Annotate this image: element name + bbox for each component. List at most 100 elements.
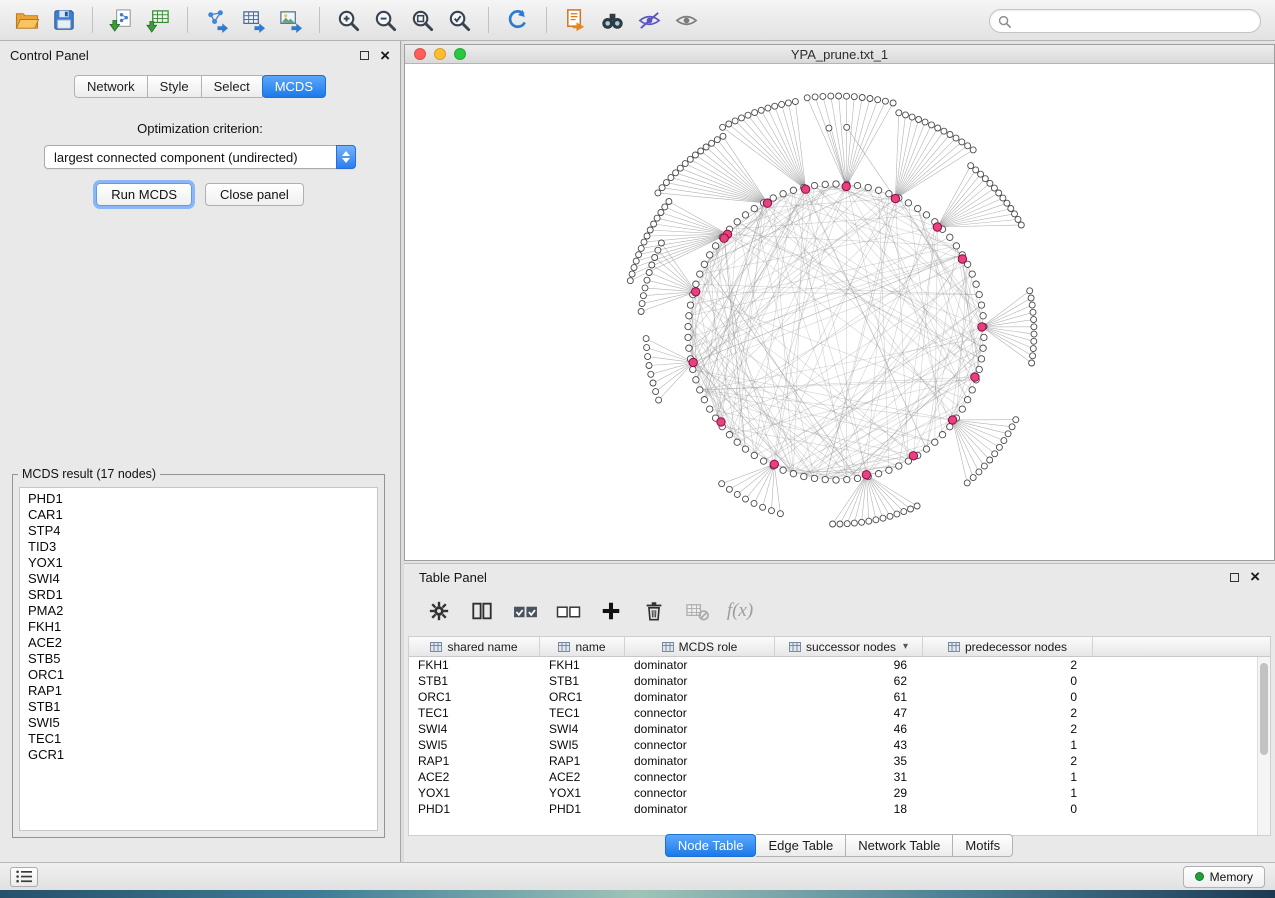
tab-select[interactable]: Select	[202, 75, 263, 98]
memory-button[interactable]: Memory	[1183, 866, 1265, 888]
search-network-icon[interactable]	[594, 4, 631, 36]
refresh-icon[interactable]	[499, 4, 536, 36]
run-mcds-button[interactable]: Run MCDS	[96, 183, 192, 206]
main-toolbar-icons	[8, 4, 705, 36]
table-row[interactable]: SWI4SWI4dominator462	[409, 721, 1257, 737]
fx-label: f(x)	[727, 600, 753, 622]
table-cell: 1	[923, 738, 1093, 752]
tab-motifs[interactable]: Motifs	[953, 834, 1013, 857]
column-header-predecessor-nodes[interactable]: predecessor nodes	[923, 637, 1093, 656]
table-row[interactable]: ACE2ACE2connector311	[409, 769, 1257, 785]
share-style-icon[interactable]	[557, 4, 594, 36]
table-cell: RAP1	[540, 754, 625, 768]
import-table-icon[interactable]	[140, 4, 177, 36]
export-image-icon[interactable]	[272, 4, 309, 36]
tab-style[interactable]: Style	[148, 75, 202, 98]
mcds-result-item[interactable]: PHD1	[20, 491, 377, 507]
mcds-result-item[interactable]: STP4	[20, 523, 377, 539]
table-row[interactable]: TEC1TEC1connector472	[409, 705, 1257, 721]
panel-menu-button[interactable]	[10, 867, 38, 887]
mcds-result-item[interactable]: STB5	[20, 651, 377, 667]
tab-mcds[interactable]: MCDS	[262, 75, 326, 98]
zoom-fit-icon[interactable]	[404, 4, 441, 36]
tab-edge-table[interactable]: Edge Table	[756, 834, 846, 857]
select-all-icon[interactable]	[512, 598, 538, 624]
mcds-result-list[interactable]: PHD1CAR1STP4TID3YOX1SWI4SRD1PMA2FKH1ACE2…	[19, 487, 378, 831]
export-table-icon[interactable]	[235, 4, 272, 36]
delete-table-icon[interactable]	[684, 598, 710, 624]
table-row[interactable]: FKH1FKH1dominator962	[409, 657, 1257, 673]
mcds-result-item[interactable]: GCR1	[20, 747, 377, 763]
split-columns-icon[interactable]	[469, 598, 495, 624]
table-cell: PHD1	[540, 802, 625, 816]
import-network-icon[interactable]	[103, 4, 140, 36]
mcds-result-item[interactable]: TID3	[20, 539, 377, 555]
criterion-value: largest connected component (undirected)	[54, 150, 298, 165]
close-panel-button[interactable]: Close panel	[205, 183, 304, 206]
table-row[interactable]: STB1STB1dominator620	[409, 673, 1257, 689]
unselect-all-icon[interactable]	[555, 598, 581, 624]
network-canvas[interactable]	[405, 65, 1274, 560]
zoom-selected-icon[interactable]	[441, 4, 478, 36]
zoom-in-icon[interactable]	[330, 4, 367, 36]
table-cell: 62	[775, 674, 923, 688]
close-traffic-light[interactable]	[414, 48, 426, 60]
network-graph[interactable]	[405, 65, 1274, 561]
mcds-result-item[interactable]: CAR1	[20, 507, 377, 523]
table-scrollbar[interactable]	[1257, 657, 1270, 835]
table-row[interactable]: ORC1ORC1dominator610	[409, 689, 1257, 705]
minimize-traffic-light[interactable]	[434, 48, 446, 60]
hide-selected-icon[interactable]	[631, 4, 668, 36]
add-column-icon[interactable]	[598, 598, 624, 624]
criterion-dropdown[interactable]: largest connected component (undirected)	[44, 145, 356, 169]
search-input[interactable]	[1016, 14, 1252, 28]
tab-network[interactable]: Network	[74, 75, 148, 98]
save-icon[interactable]	[45, 4, 82, 36]
table-cell: SWI5	[409, 738, 540, 752]
mcds-result-item[interactable]: YOX1	[20, 555, 377, 571]
column-header-name[interactable]: name	[540, 637, 625, 656]
tab-network-table[interactable]: Network Table	[846, 834, 953, 857]
mcds-result-item[interactable]: RAP1	[20, 683, 377, 699]
table-scrollbar-thumb[interactable]	[1260, 663, 1268, 755]
mcds-result-item[interactable]: STB1	[20, 699, 377, 715]
network-window-titlebar[interactable]: YPA_prune.txt_1	[405, 45, 1274, 64]
table-cell: ORC1	[409, 690, 540, 704]
mcds-result-item[interactable]: ACE2	[20, 635, 377, 651]
close-table-panel-icon[interactable]: ×	[1250, 571, 1260, 583]
table-row[interactable]: RAP1RAP1dominator352	[409, 753, 1257, 769]
search-field[interactable]	[989, 9, 1261, 33]
function-builder-icon[interactable]: f(x)	[727, 598, 753, 624]
column-header-shared-name[interactable]: shared name	[409, 637, 540, 656]
mcds-result-item[interactable]: PMA2	[20, 603, 377, 619]
table-toolbar: f(x)	[404, 590, 1275, 632]
mcds-result-item[interactable]: SWI5	[20, 715, 377, 731]
table-row[interactable]: PHD1PHD1dominator180	[409, 801, 1257, 817]
show-all-icon[interactable]	[668, 4, 705, 36]
table-row[interactable]: YOX1YOX1connector291	[409, 785, 1257, 801]
mcds-result-item[interactable]: ORC1	[20, 667, 377, 683]
column-header-mcds-role[interactable]: MCDS role	[625, 637, 775, 656]
settings-icon[interactable]	[426, 598, 452, 624]
zoom-traffic-light[interactable]	[454, 48, 466, 60]
mcds-result-item[interactable]: TEC1	[20, 731, 377, 747]
float-table-panel-icon[interactable]	[1230, 573, 1239, 582]
open-icon[interactable]	[8, 4, 45, 36]
export-network-icon[interactable]	[198, 4, 235, 36]
table-cell: dominator	[625, 754, 775, 768]
close-panel-icon[interactable]: ×	[380, 50, 390, 62]
table-row[interactable]: SWI5SWI5connector431	[409, 737, 1257, 753]
memory-status-icon	[1195, 872, 1204, 881]
table-cell: 2	[923, 754, 1093, 768]
zoom-out-icon[interactable]	[367, 4, 404, 36]
column-header-successor-nodes[interactable]: successor nodes▾	[775, 637, 923, 656]
mcds-result-item[interactable]: SRD1	[20, 587, 377, 603]
table-cell: dominator	[625, 722, 775, 736]
delete-column-icon[interactable]	[641, 598, 667, 624]
mcds-result-item[interactable]: SWI4	[20, 571, 377, 587]
float-panel-icon[interactable]	[360, 51, 369, 60]
memory-button-label: Memory	[1210, 870, 1253, 884]
mcds-result-item[interactable]: FKH1	[20, 619, 377, 635]
tab-node-table[interactable]: Node Table	[665, 834, 757, 857]
table-cell: FKH1	[409, 658, 540, 672]
